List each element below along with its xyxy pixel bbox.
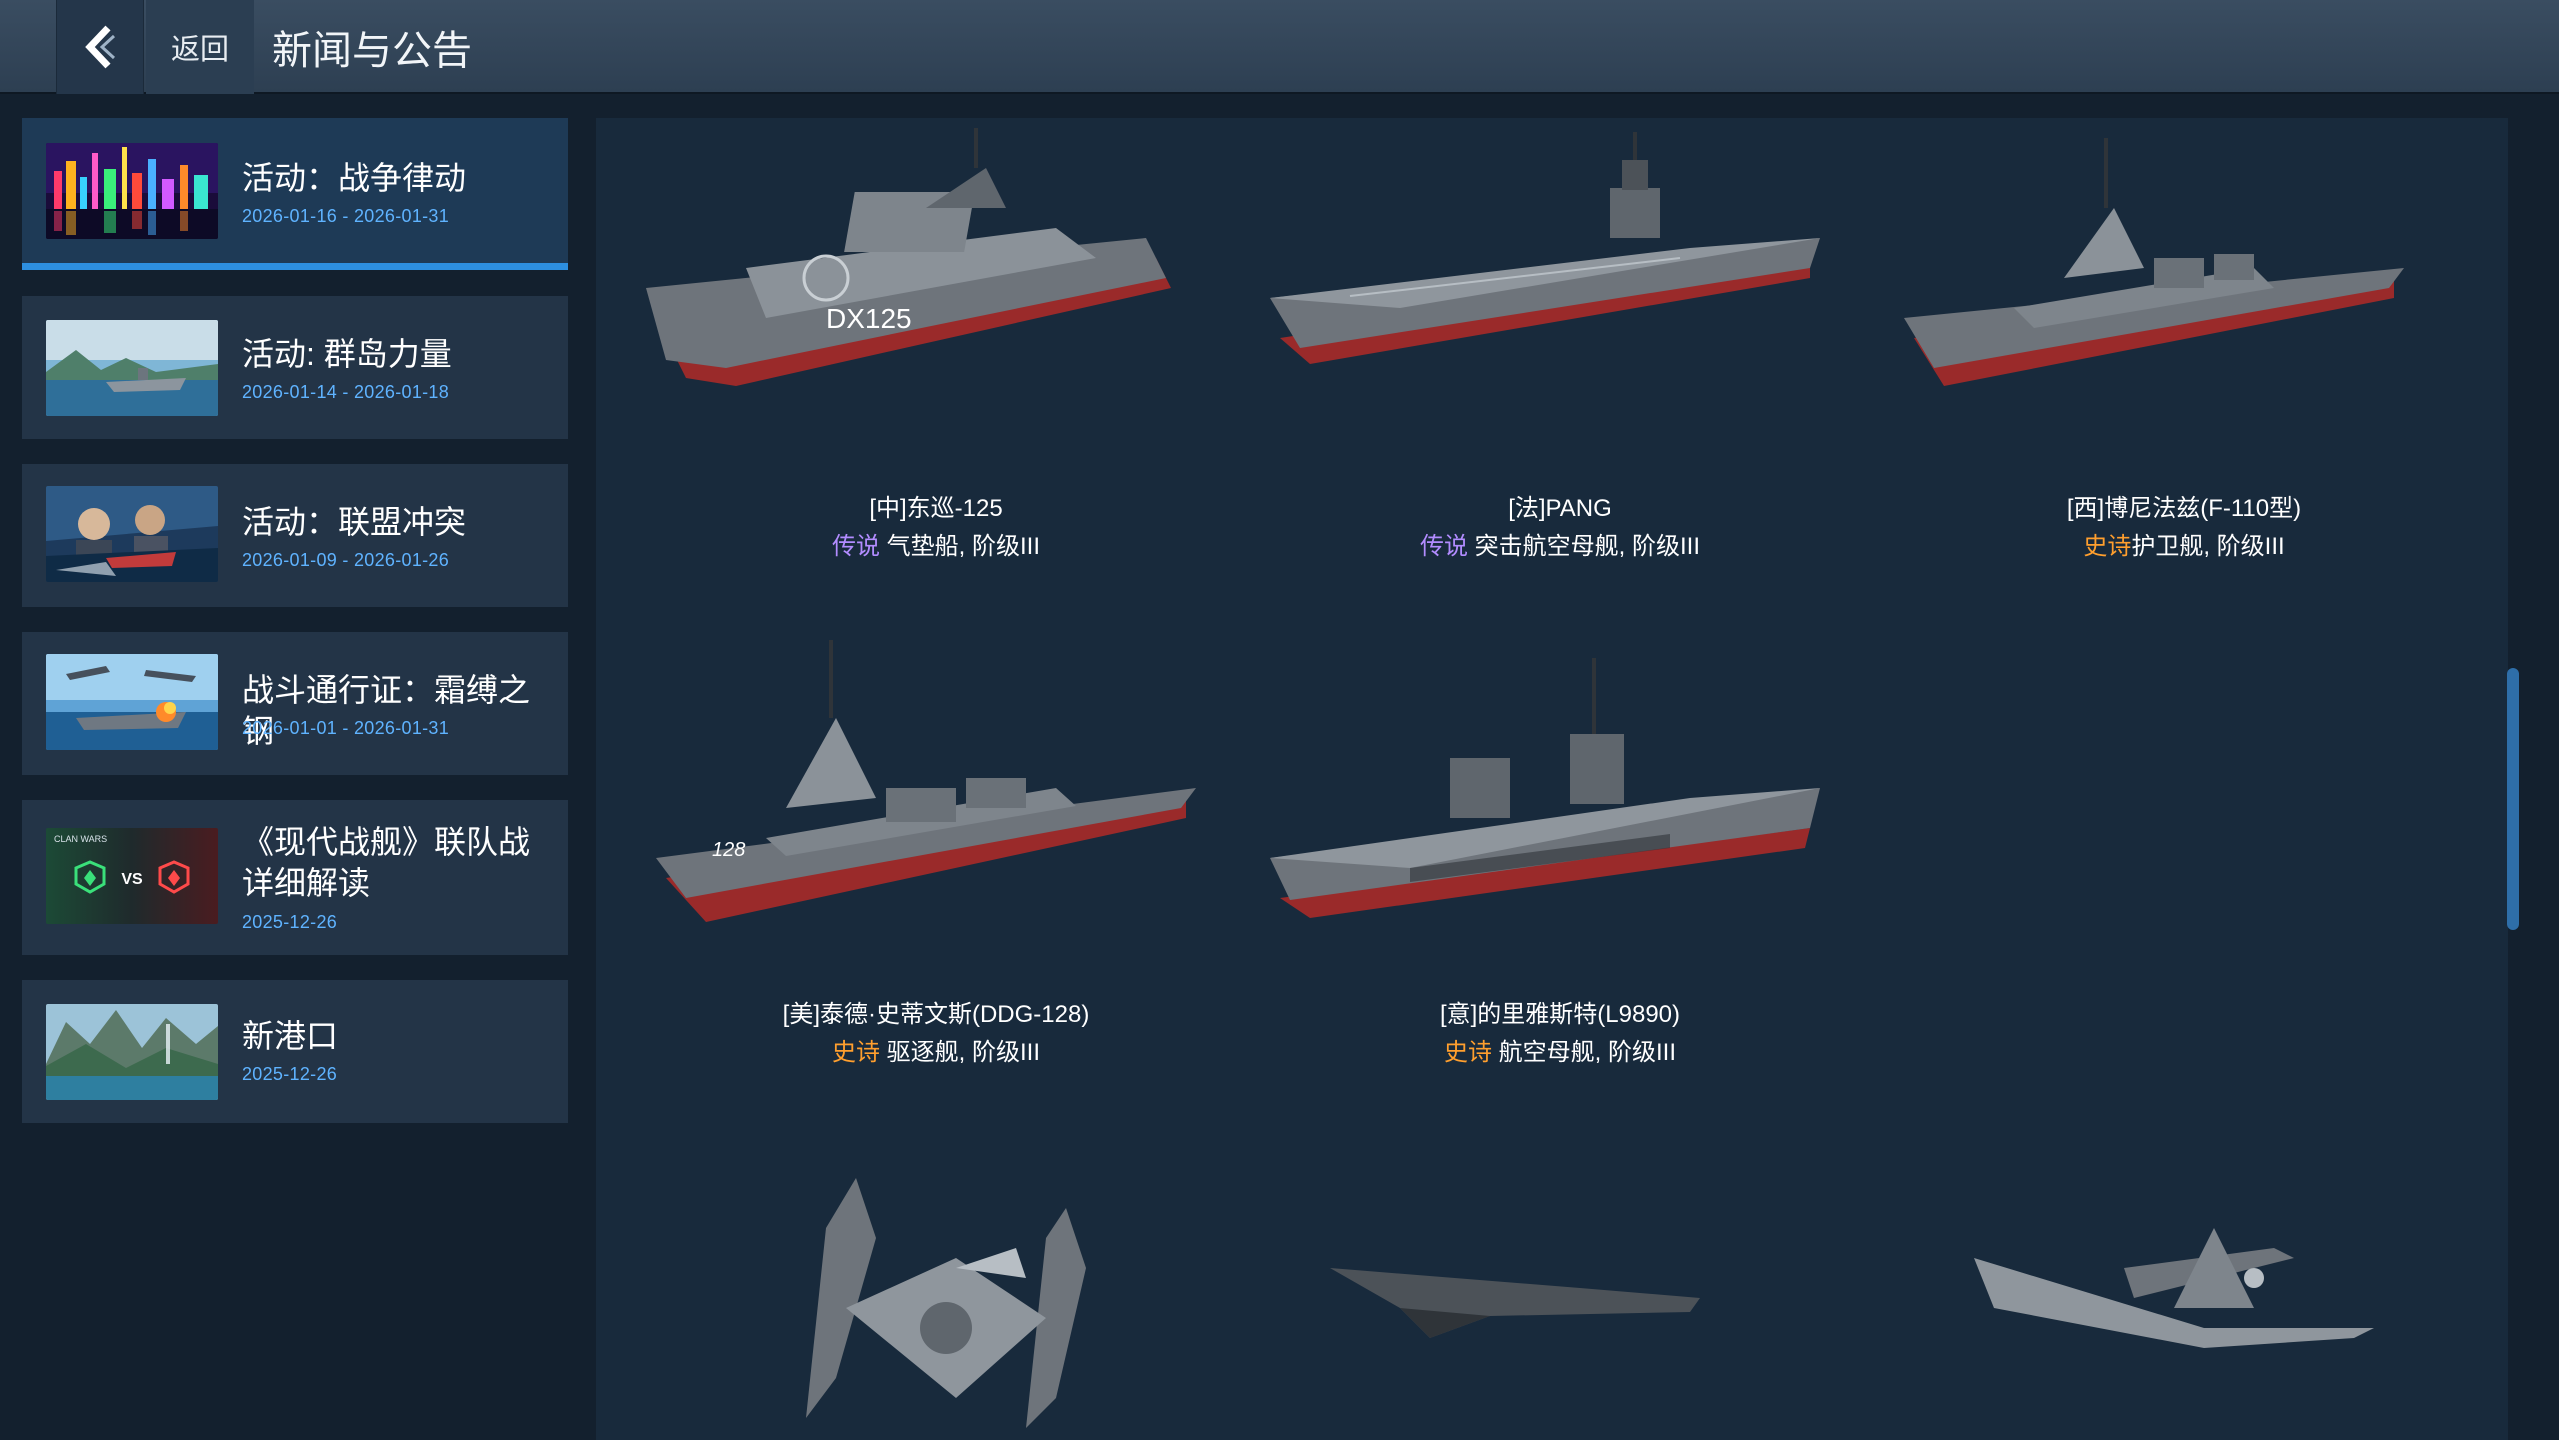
- vehicle-card[interactable]: [意]的里雅斯特(L9890) 史诗 航空母舰, 阶级III: [1250, 638, 1870, 1138]
- clan-wars-text: CLAN WARS: [54, 834, 107, 844]
- back-label[interactable]: 返回: [146, 0, 254, 94]
- vehicle-meta: 史诗护卫舰, 阶级III: [1874, 526, 2494, 561]
- news-title: 活动：战争律动: [242, 160, 467, 196]
- vehicle-type: 驱逐舰, 阶级III: [886, 1039, 1040, 1066]
- vehicle-card[interactable]: DX125 [中]东巡-125 传说 气垫船, 阶级III: [626, 128, 1246, 628]
- news-item-clan-wars[interactable]: CLAN WARS VS 《现代战舰》联队战详细解读 2025-12-26: [22, 800, 568, 955]
- hull-text: 128: [712, 839, 745, 861]
- hull-text: DX125: [826, 303, 912, 334]
- news-title: 新港口: [242, 1018, 339, 1054]
- vehicle-type: 护卫舰, 阶级III: [2131, 533, 2285, 560]
- news-date: 2026-01-09 - 2026-01-26: [242, 550, 450, 570]
- vehicle-meta: 史诗 航空母舰, 阶级III: [1250, 1032, 1870, 1067]
- news-title: 战斗通行证：霜缚之钢: [242, 672, 531, 749]
- news-thumbnail: [46, 1004, 218, 1100]
- page-title: 新闻与公告: [272, 29, 472, 73]
- vehicle-meta: 史诗 驱逐舰, 阶级III: [626, 1032, 1246, 1067]
- rarity-label: 史诗: [2083, 533, 2132, 560]
- news-title: 活动：联盟冲突: [242, 504, 467, 540]
- vehicle-meta: 传说 气垫船, 阶级III: [626, 526, 1246, 561]
- aircraft-carrier-image: [1270, 132, 1820, 364]
- destroyer-image: 128: [656, 640, 1196, 922]
- news-title: 活动: 群岛力量: [242, 336, 452, 372]
- news-item-battle-pass[interactable]: 战斗通行证：霜缚之钢 2026-01-01 - 2026-01-31: [22, 632, 568, 775]
- amphibious-carrier-image: [1270, 658, 1820, 918]
- rarity-label: 传说: [831, 533, 880, 560]
- vs-text: VS: [121, 871, 143, 888]
- rarity-label: 传说: [1419, 533, 1468, 560]
- news-thumbnail: [46, 654, 218, 750]
- vehicle-card[interactable]: 128 [美]泰德·史蒂文斯(DDG-128) 史诗 驱逐舰, 阶级III: [626, 638, 1246, 1138]
- rarity-label: 史诗: [831, 1039, 880, 1066]
- vehicle-card[interactable]: [1874, 1168, 2494, 1440]
- news-thumbnail: CLAN WARS VS: [46, 828, 218, 924]
- news-date: 2025-12-26: [242, 912, 338, 932]
- news-item-new-port[interactable]: 新港口 2025-12-26: [22, 980, 568, 1123]
- vehicle-name: [美]泰德·史蒂文斯(DDG-128): [782, 1001, 1090, 1028]
- vehicle-name: [西]博尼法兹(F-110型): [2066, 495, 2302, 522]
- news-thumbnail: [46, 320, 218, 416]
- news-item-archipelago[interactable]: 活动: 群岛力量 2026-01-14 - 2026-01-18: [22, 296, 568, 439]
- vehicle-grid: DX125 [中]东巡-125 传说 气垫船, 阶级III [法]PANG 传说…: [596, 118, 2508, 1440]
- news-title: 《现代战舰》联队战详细解读: [242, 824, 531, 901]
- news-thumbnail: [46, 143, 218, 239]
- vehicle-card[interactable]: [1250, 1168, 1870, 1440]
- vehicle-card[interactable]: [西]博尼法兹(F-110型) 史诗护卫舰, 阶级III: [1874, 128, 2494, 628]
- vehicle-card[interactable]: [法]PANG 传说 突击航空母舰, 阶级III: [1250, 128, 1870, 628]
- catamaran-ship-image: DX125: [646, 128, 1171, 386]
- vehicle-name: [法]PANG: [1508, 495, 1612, 522]
- frigate-image: [1904, 138, 2404, 386]
- vehicle-type: 突击航空母舰, 阶级III: [1474, 533, 1700, 560]
- top-bar: 返回 新闻与公告: [0, 0, 2559, 94]
- news-date: 2025-12-26: [242, 1064, 338, 1084]
- news-date: 2026-01-14 - 2026-01-18: [242, 382, 450, 402]
- news-item-war-rhythm[interactable]: 活动：战争律动 2026-01-16 - 2026-01-31: [22, 118, 568, 270]
- news-thumbnail: [46, 486, 218, 582]
- vehicle-meta: 传说 突击航空母舰, 阶级III: [1250, 526, 1870, 561]
- rarity-label: 史诗: [1443, 1039, 1492, 1066]
- news-date: 2026-01-01 - 2026-01-31: [242, 718, 450, 738]
- back-button[interactable]: [56, 0, 144, 94]
- flying-wing-image: [1330, 1268, 1700, 1338]
- vehicle-type: 航空母舰, 阶级III: [1498, 1039, 1676, 1066]
- news-item-alliance-clash[interactable]: 活动：联盟冲突 2026-01-09 - 2026-01-26: [22, 464, 568, 607]
- vehicle-type: 气垫船, 阶级III: [886, 533, 1040, 560]
- chevron-left-icon: [85, 25, 116, 69]
- mech-aircraft-image: [806, 1178, 1086, 1428]
- drone-aircraft-image: [1974, 1228, 2374, 1348]
- vehicle-card[interactable]: [626, 1168, 1246, 1440]
- scrollbar-thumb[interactable]: [2507, 668, 2519, 930]
- vehicle-name: [意]的里雅斯特(L9890): [1439, 1001, 1681, 1028]
- vehicle-name: [中]东巡-125: [869, 495, 1003, 522]
- news-date: 2026-01-16 - 2026-01-31: [242, 206, 450, 226]
